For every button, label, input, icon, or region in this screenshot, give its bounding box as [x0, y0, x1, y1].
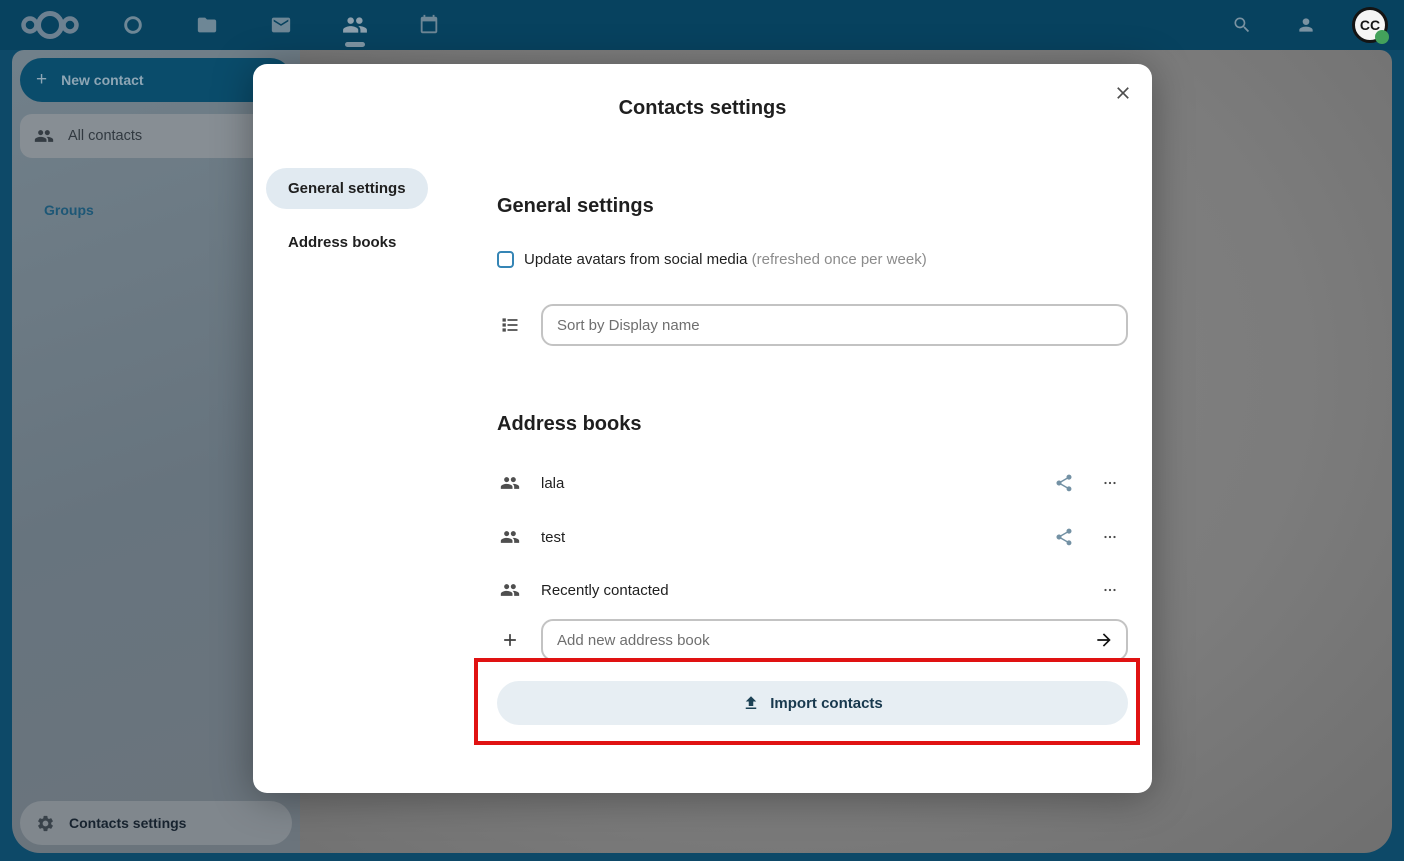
people-icon: [34, 126, 54, 146]
sidebar-item-all-contacts[interactable]: All contacts: [20, 114, 292, 158]
update-avatars-checkbox[interactable]: [497, 251, 514, 268]
tab-address-books[interactable]: Address books: [266, 222, 418, 263]
import-contacts-button[interactable]: Import contacts: [497, 681, 1128, 725]
import-contacts-label: Import contacts: [770, 695, 883, 712]
share-icon[interactable]: [1052, 471, 1076, 495]
contacts-settings-label: Contacts settings: [69, 815, 186, 831]
general-settings-heading: General settings: [497, 195, 654, 218]
people-icon: [500, 527, 520, 547]
upload-icon: [742, 694, 760, 712]
online-status-dot: [1375, 30, 1389, 44]
contacts-settings-modal: Contacts settings General settings Addre…: [253, 64, 1152, 793]
address-book-row: lala: [497, 471, 1128, 495]
files-folder-icon[interactable]: [184, 0, 230, 50]
app-navigation: [110, 0, 452, 50]
submit-arrow-icon[interactable]: [1090, 626, 1118, 654]
user-avatar[interactable]: CC: [1352, 7, 1388, 43]
gear-icon: [36, 814, 55, 833]
header-right-controls: CC: [1224, 7, 1404, 43]
new-contact-button[interactable]: + New contact: [20, 58, 292, 102]
calendar-icon[interactable]: [406, 0, 452, 50]
sort-contacts-row: Sort by Display name: [497, 304, 1128, 346]
search-icon[interactable]: [1224, 7, 1260, 43]
address-book-name: Recently contacted: [541, 582, 1098, 599]
address-books-heading: Address books: [497, 413, 641, 436]
more-options-icon[interactable]: [1098, 471, 1122, 495]
add-address-book-row: [497, 619, 1128, 661]
contacts-settings-button[interactable]: Contacts settings: [20, 801, 292, 845]
contacts-people-icon[interactable]: [332, 0, 378, 50]
more-options-icon[interactable]: [1098, 525, 1122, 549]
new-contact-label: New contact: [61, 72, 143, 88]
people-icon: [500, 473, 520, 493]
settings-nav: General settings Address books: [266, 168, 481, 263]
active-app-indicator: [345, 42, 365, 47]
people-icon: [500, 580, 520, 600]
all-contacts-label: All contacts: [68, 128, 142, 144]
top-header-bar: CC: [0, 0, 1404, 50]
list-bulleted-icon: [500, 315, 520, 335]
address-book-row: Recently contacted: [497, 578, 1128, 602]
add-address-book-input[interactable]: [541, 619, 1128, 661]
sort-by-select[interactable]: Sort by Display name: [541, 304, 1128, 346]
groups-section-label: Groups: [44, 202, 94, 218]
tab-general-settings[interactable]: General settings: [266, 168, 428, 209]
share-icon[interactable]: [1052, 525, 1076, 549]
update-avatars-row: Update avatars from social media (refres…: [497, 251, 927, 268]
more-options-icon[interactable]: [1098, 578, 1122, 602]
dashboard-circle-icon[interactable]: [110, 0, 156, 50]
sort-by-value: Sort by Display name: [557, 317, 700, 334]
update-avatars-label: Update avatars from social media: [524, 251, 747, 268]
address-book-name: lala: [541, 475, 1052, 492]
update-avatars-note: (refreshed once per week): [747, 251, 926, 268]
contacts-menu-icon[interactable]: [1288, 7, 1324, 43]
address-book-name: test: [541, 529, 1052, 546]
app-screen: CC + New contact All contacts Groups Con…: [0, 0, 1404, 861]
plus-icon: [500, 630, 520, 650]
nextcloud-logo[interactable]: [18, 7, 82, 43]
mail-envelope-icon[interactable]: [258, 0, 304, 50]
address-book-row: test: [497, 525, 1128, 549]
plus-icon: +: [36, 69, 47, 91]
